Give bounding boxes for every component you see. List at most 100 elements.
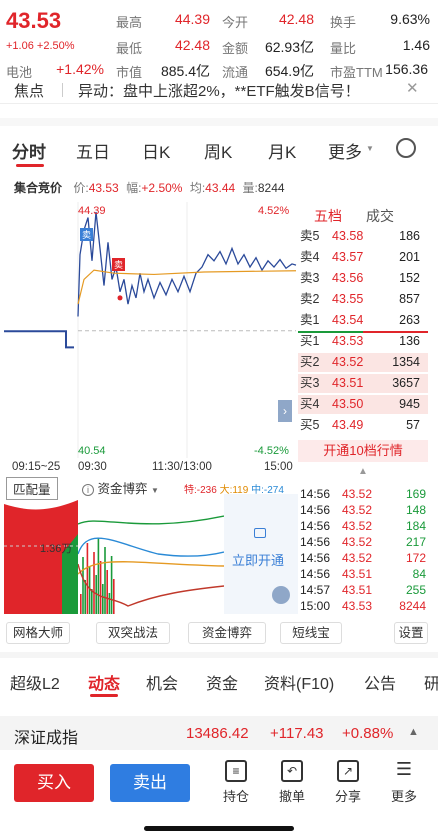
level-label: 买3 — [300, 376, 320, 390]
tool-button[interactable]: 网格大师 — [6, 622, 70, 644]
tab-3[interactable]: 周K — [204, 138, 232, 163]
detail-tab[interactable]: 资金 — [206, 670, 238, 694]
quote-label: 换手 — [330, 15, 357, 30]
trade-row: 14:56 43.52 172 — [300, 550, 428, 566]
refresh-icon[interactable] — [272, 586, 290, 604]
detail-tab[interactable]: 资料(F10) — [264, 670, 334, 694]
level-volume: 57 — [406, 418, 420, 432]
level-price: 43.56 — [332, 271, 364, 285]
quote-label: 金额 — [222, 41, 249, 56]
open-l10-button[interactable]: 开通10档行情 — [298, 440, 428, 462]
lock-icon — [254, 528, 266, 538]
level-volume: 152 — [399, 271, 420, 285]
quote-label: 电池 — [6, 65, 33, 80]
tab-five-level[interactable]: 五档 — [314, 206, 342, 226]
tool-button[interactable]: 设置 — [394, 622, 428, 644]
level-volume: 136 — [399, 334, 420, 348]
tab-2[interactable]: 日K — [142, 138, 170, 163]
index-bar[interactable]: 深证成指 13486.42 +117.43 +0.88% ▲ — [0, 716, 438, 750]
hold-button[interactable]: ≡ 持仓 — [216, 760, 256, 805]
ask-row: 卖1 43.54 263 — [298, 310, 428, 331]
bid-row: 买4 43.50 945 — [298, 394, 428, 415]
trade-price: 43.53 — [342, 599, 373, 613]
trade-time: 14:56 — [300, 567, 331, 581]
buy-button[interactable]: 买入 — [14, 764, 94, 802]
trade-row: 15:00 43.53 8244 — [300, 598, 428, 614]
detail-tab[interactable]: 公告 — [364, 670, 396, 694]
level-price: 43.57 — [332, 250, 364, 264]
detail-tab[interactable]: 超级L2 — [10, 670, 60, 694]
tab-underline — [90, 694, 118, 697]
chart-low-price: 40.54 — [78, 445, 106, 457]
tab-1[interactable]: 五日 — [76, 138, 110, 163]
level-label: 卖2 — [300, 292, 320, 306]
flow-bar — [93, 552, 95, 614]
news-text: 异动：盘中上涨超2%，**ETF触发B信号！ — [78, 83, 360, 100]
ask-row: 卖2 43.55 857 — [298, 289, 428, 310]
detail-tab[interactable]: 机会 — [146, 670, 178, 694]
trade-volume: 184 — [405, 519, 426, 533]
tool-button[interactable]: 双突战法 — [96, 622, 170, 644]
menu-icon: ☰ — [395, 759, 413, 779]
time-label: 09:15~25 — [12, 461, 61, 473]
level-label: 卖3 — [300, 271, 320, 285]
auction-price: 43.53 — [88, 181, 119, 195]
quote-label: 流通 — [222, 65, 249, 80]
tool-button[interactable]: 资金博弈 — [188, 622, 266, 644]
expand-arrow-button[interactable]: › — [278, 400, 292, 422]
tab-0[interactable]: 分时 — [12, 138, 46, 163]
cancel-order-button[interactable]: ↶ 撤单 — [272, 760, 312, 805]
settings-icon[interactable] — [396, 138, 416, 158]
intraday-chart[interactable] — [4, 202, 298, 458]
level-label: 买4 — [300, 397, 320, 411]
level-price: 43.52 — [332, 355, 364, 369]
book-divider — [363, 331, 428, 333]
quote-label: 今开 — [222, 15, 249, 30]
close-icon[interactable]: ✕ — [406, 79, 419, 97]
trade-row: 14:56 43.52 148 — [300, 502, 428, 518]
chevron-up-icon[interactable]: ▲ — [408, 726, 419, 738]
ask-row: 卖5 43.58 186 — [298, 226, 428, 247]
trade-price: 43.52 — [342, 535, 373, 549]
auction-pct: +2.50% — [141, 181, 183, 195]
trade-time: 14:56 — [300, 551, 331, 565]
change-percent: +2.50% — [36, 40, 75, 52]
detail-tab[interactable]: 动态 — [88, 670, 120, 694]
level-label: 买5 — [300, 418, 320, 432]
trade-volume: 169 — [405, 487, 426, 501]
level-label: 卖1 — [300, 313, 320, 327]
tool-button[interactable]: 短线宝 — [280, 622, 342, 644]
bid-row: 买1 43.53 136 — [298, 331, 428, 352]
flow-bar — [80, 594, 82, 614]
flow-bar — [86, 543, 89, 614]
share-button[interactable]: ↗ 分享 — [328, 760, 368, 805]
unlock-overlay[interactable]: 立即开通 — [224, 494, 298, 614]
tab-5[interactable]: 更多 — [328, 138, 362, 163]
trade-time: 14:57 — [300, 583, 331, 597]
level-volume: 263 — [399, 313, 420, 327]
trade-price: 43.52 — [342, 551, 373, 565]
flow-bar — [99, 561, 102, 614]
level-volume: 186 — [399, 229, 420, 243]
level-volume: 3657 — [392, 376, 420, 390]
detail-tab[interactable]: 研 — [424, 670, 438, 694]
sell-button[interactable]: 卖出 — [110, 764, 190, 802]
trade-time: 15:00 — [300, 599, 331, 613]
flow-bar — [104, 547, 106, 614]
sell-marker-2: 卖 — [112, 258, 126, 271]
auction-avg: 43.44 — [205, 181, 236, 195]
level-volume: 1354 — [392, 355, 420, 369]
trade-point — [117, 295, 123, 301]
flow-bar — [84, 580, 86, 614]
flow-line-special — [78, 515, 224, 525]
list-icon: ≡ — [225, 760, 247, 782]
trade-price: 43.52 — [342, 503, 373, 517]
tab-4[interactable]: 月K — [268, 138, 296, 163]
flow-bar — [110, 556, 113, 614]
trade-row: 14:56 43.52 184 — [300, 518, 428, 534]
tab-trades[interactable]: 成交 — [366, 206, 394, 226]
level-label: 买2 — [300, 355, 320, 369]
trade-row: 14:56 43.52 169 — [300, 486, 428, 502]
chevron-up-icon[interactable]: ▲ — [358, 466, 368, 477]
more-button[interactable]: ☰ 更多 — [384, 760, 424, 805]
